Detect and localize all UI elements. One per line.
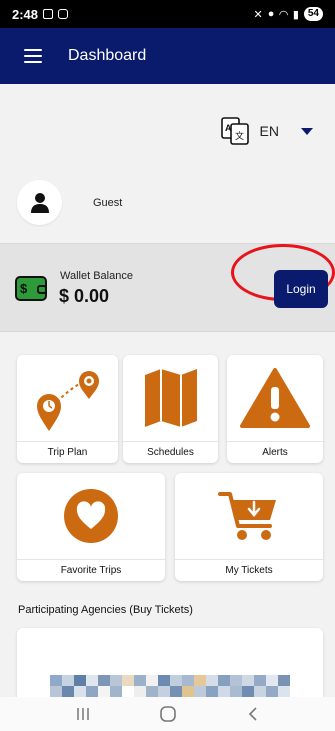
map-icon bbox=[144, 369, 197, 427]
tile-trip-plan[interactable]: Trip Plan bbox=[17, 355, 118, 463]
heart-icon bbox=[64, 489, 118, 543]
agency-card[interactable] bbox=[17, 628, 323, 708]
tile-label: Favorite Trips bbox=[17, 559, 165, 581]
agencies-heading: Participating Agencies (Buy Tickets) bbox=[18, 604, 193, 616]
person-icon bbox=[30, 192, 49, 213]
wallet-balance-label: Wallet Balance bbox=[60, 270, 133, 282]
recent-apps-button[interactable] bbox=[68, 702, 98, 726]
home-button[interactable] bbox=[153, 702, 183, 726]
battery-icon: 54 bbox=[303, 7, 323, 21]
language-code: EN bbox=[259, 123, 279, 139]
tile-label: Schedules bbox=[123, 441, 218, 463]
tile-label: My Tickets bbox=[175, 559, 323, 581]
login-button[interactable]: Login bbox=[274, 270, 328, 308]
trip-plan-icon bbox=[36, 371, 99, 431]
language-selector[interactable]: A 文 EN bbox=[220, 116, 313, 146]
user-profile[interactable]: Guest bbox=[17, 180, 122, 225]
location-icon: ● bbox=[267, 8, 275, 20]
translate-icon: A 文 bbox=[220, 117, 249, 145]
wallet-panel: $ Wallet Balance $ 0.00 Login bbox=[0, 243, 335, 332]
back-icon bbox=[248, 707, 257, 721]
status-bar: 2:48 ✕ ● ◠ ▮ 54 bbox=[0, 0, 335, 28]
menu-icon[interactable] bbox=[24, 49, 42, 63]
alert-icon bbox=[240, 368, 310, 428]
tile-alerts[interactable]: Alerts bbox=[227, 355, 323, 463]
back-button[interactable] bbox=[238, 702, 268, 726]
tile-my-tickets[interactable]: My Tickets bbox=[175, 473, 323, 581]
signal-icon: ▮ bbox=[292, 8, 299, 21]
home-icon bbox=[159, 706, 176, 722]
tile-schedules[interactable]: Schedules bbox=[123, 355, 218, 463]
avatar bbox=[17, 180, 62, 225]
user-name: Guest bbox=[93, 196, 123, 209]
mute-icon: ✕ bbox=[253, 8, 263, 21]
wallet-balance-amount: $ 0.00 bbox=[59, 286, 110, 306]
cart-icon bbox=[218, 492, 276, 540]
app-bar: Dashboard bbox=[0, 28, 335, 84]
instagram-icon bbox=[58, 9, 69, 19]
recent-apps-icon bbox=[76, 708, 89, 720]
svg-text:文: 文 bbox=[235, 130, 244, 142]
system-nav-bar bbox=[0, 697, 335, 731]
wallet-icon: $ bbox=[15, 276, 47, 301]
status-time: 2:48 bbox=[12, 6, 39, 22]
notification-icon bbox=[43, 9, 54, 19]
tile-favorite-trips[interactable]: Favorite Trips bbox=[17, 473, 165, 581]
tile-label: Trip Plan bbox=[17, 441, 118, 463]
svg-text:A: A bbox=[225, 123, 232, 133]
tile-label: Alerts bbox=[227, 441, 323, 463]
page-title: Dashboard bbox=[68, 47, 147, 64]
chevron-down-icon bbox=[301, 127, 313, 135]
wifi-icon: ◠ bbox=[279, 8, 288, 21]
